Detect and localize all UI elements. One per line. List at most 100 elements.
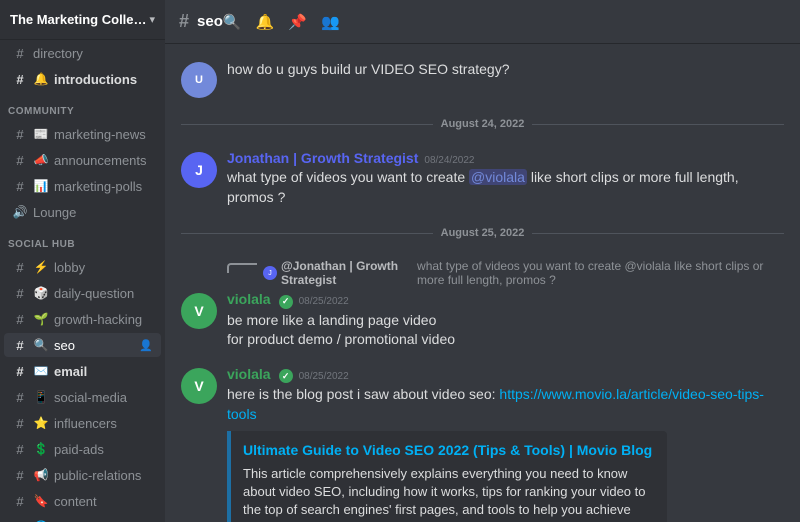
hash-icon: # xyxy=(12,467,28,483)
sidebar-item-growth-hacking[interactable]: # 🌱 growth-hacking xyxy=(4,307,161,331)
reply-wrapper: J @Jonathan | Growth Strategist what typ… xyxy=(165,255,800,287)
message-text: what type of videos you want to create @… xyxy=(227,168,784,207)
hash-icon: # xyxy=(12,178,28,194)
message-content: how do u guys build ur VIDEO SEO strateg… xyxy=(227,60,784,98)
sidebar-item-influencers[interactable]: # ⭐ influencers xyxy=(4,411,161,435)
members-icon[interactable]: 👥 xyxy=(321,13,340,31)
seo-icon: 🔍 xyxy=(33,337,49,353)
sidebar-item-daily-question[interactable]: # 🎲 daily-question xyxy=(4,281,161,305)
sidebar-item-public-relations[interactable]: # 📢 public-relations xyxy=(4,463,161,487)
sidebar-item-content[interactable]: # 🔖 content xyxy=(4,489,161,513)
section-label-social-hub: SOCIAL HUB xyxy=(0,225,165,254)
hash-icon: # xyxy=(12,389,28,405)
channel-label: introductions xyxy=(54,72,153,87)
channel-label: public-relations xyxy=(54,468,153,483)
hash-icon: # xyxy=(12,337,28,353)
embed-container: Ultimate Guide to Video SEO 2022 (Tips &… xyxy=(227,431,667,522)
mention-tag: @violala xyxy=(469,169,527,185)
reply-author: @Jonathan | Growth Strategist xyxy=(281,259,413,287)
influencer-icon: ⭐ xyxy=(33,415,49,431)
channel-label: email xyxy=(54,364,153,379)
channel-label: lobby xyxy=(54,260,153,275)
lobby-icon: ⚡ xyxy=(33,259,49,275)
sidebar-item-introductions[interactable]: # 🔔 introductions xyxy=(4,67,161,91)
message-header: Jonathan | Growth Strategist 08/24/2022 xyxy=(227,150,784,166)
pr-icon: 📢 xyxy=(33,467,49,483)
embed-title: Ultimate Guide to Video SEO 2022 (Tips &… xyxy=(243,441,655,459)
sidebar-item-web3[interactable]: # 🌐 web3 xyxy=(4,515,161,522)
date-text: August 25, 2022 xyxy=(433,227,533,239)
sidebar-item-directory[interactable]: # directory xyxy=(4,41,161,65)
message-author[interactable]: violala xyxy=(227,291,271,307)
channel-label: Lounge xyxy=(33,205,153,220)
channel-header: # seo 🔍 🔔 📌 👥 xyxy=(165,0,800,44)
channel-label: daily-question xyxy=(54,286,153,301)
message-timestamp: 08/25/2022 xyxy=(299,296,349,307)
sidebar-item-lobby[interactable]: # ⚡ lobby xyxy=(4,255,161,279)
avatar: J xyxy=(181,152,217,188)
date-line-left xyxy=(181,124,433,125)
channel-label: paid-ads xyxy=(54,442,153,457)
polls-icon: 📊 xyxy=(33,178,49,194)
date-text: August 24, 2022 xyxy=(433,118,533,130)
header-hash-icon: # xyxy=(179,11,189,32)
header-actions: 🔍 🔔 📌 👥 xyxy=(223,13,340,31)
date-line-right xyxy=(532,124,784,125)
date-line-right xyxy=(532,233,784,234)
pin-icon[interactable]: 📌 xyxy=(288,13,307,31)
sidebar-item-seo[interactable]: # 🔍 seo 👤 xyxy=(4,333,161,357)
chevron-icon: ▾ xyxy=(149,13,155,26)
reply-indicator: J @Jonathan | Growth Strategist what typ… xyxy=(227,259,784,287)
search-icon[interactable]: 🔍 xyxy=(223,13,242,31)
channel-label: marketing-polls xyxy=(54,179,153,194)
channel-label: content xyxy=(54,494,153,509)
message-text: be more like a landing page video xyxy=(227,311,784,331)
growth-icon: 🌱 xyxy=(33,311,49,327)
sidebar-item-email[interactable]: # ✉️ email xyxy=(4,359,161,383)
server-name: The Marketing Collective xyxy=(10,12,149,27)
channel-label: announcements xyxy=(54,153,153,168)
message-header: violala ✓ 08/25/2022 xyxy=(227,366,784,384)
hash-icon: # xyxy=(12,71,28,87)
date-divider: August 24, 2022 xyxy=(165,108,800,140)
message-author[interactable]: Jonathan | Growth Strategist xyxy=(227,150,418,166)
message-group: V violala ✓ 08/25/2022 be more like a la… xyxy=(165,289,800,354)
sidebar-item-lounge[interactable]: 🔊 Lounge xyxy=(4,200,161,224)
messages-area: U how do u guys build ur VIDEO SEO strat… xyxy=(165,44,800,522)
channel-label: influencers xyxy=(54,416,153,431)
date-divider: August 25, 2022 xyxy=(165,217,800,249)
channel-label: seo xyxy=(54,338,139,353)
content-icon: 🔖 xyxy=(33,493,49,509)
paid-ads-icon: 💲 xyxy=(33,441,49,457)
user-count-icon: 👤 xyxy=(139,339,153,352)
verified-badge: ✓ xyxy=(279,295,293,309)
hash-icon: # xyxy=(12,259,28,275)
avatar: V xyxy=(181,293,217,329)
notification-icon[interactable]: 🔔 xyxy=(256,13,275,31)
hash-icon: # xyxy=(12,126,28,142)
sidebar-item-paid-ads[interactable]: # 💲 paid-ads xyxy=(4,437,161,461)
embed-link[interactable]: https://www.movio.la/article/video-seo-t… xyxy=(227,386,764,422)
message-timestamp: 08/25/2022 xyxy=(299,371,349,382)
sidebar-item-marketing-polls[interactable]: # 📊 marketing-polls xyxy=(4,174,161,198)
server-header[interactable]: The Marketing Collective ▾ xyxy=(0,0,165,40)
sidebar-item-social-media[interactable]: # 📱 social-media xyxy=(4,385,161,409)
message-author[interactable]: violala xyxy=(227,366,271,382)
hash-icon: # xyxy=(12,441,28,457)
message-content: violala ✓ 08/25/2022 be more like a land… xyxy=(227,291,784,350)
message-group: V violala ✓ 08/25/2022 here is the blog … xyxy=(165,356,800,522)
verified-check-icon: ✓ xyxy=(282,296,290,307)
section-label-community: COMMUNITY xyxy=(0,92,165,121)
avatar: V xyxy=(181,368,217,404)
sidebar-item-marketing-news[interactable]: # 📰 marketing-news xyxy=(4,122,161,146)
news-icon: 📰 xyxy=(33,126,49,142)
channel-label: social-media xyxy=(54,390,153,405)
reply-content-header: J @Jonathan | Growth Strategist what typ… xyxy=(263,259,784,287)
verified-badge: ✓ xyxy=(279,369,293,383)
email-icon: ✉️ xyxy=(33,363,49,379)
sidebar-item-announcements[interactable]: # 📣 announcements xyxy=(4,148,161,172)
message-text-2: for product demo / promotional video xyxy=(227,330,784,350)
hash-icon: # xyxy=(12,285,28,301)
hash-icon: # xyxy=(12,152,28,168)
message-group: U how do u guys build ur VIDEO SEO strat… xyxy=(165,56,800,102)
